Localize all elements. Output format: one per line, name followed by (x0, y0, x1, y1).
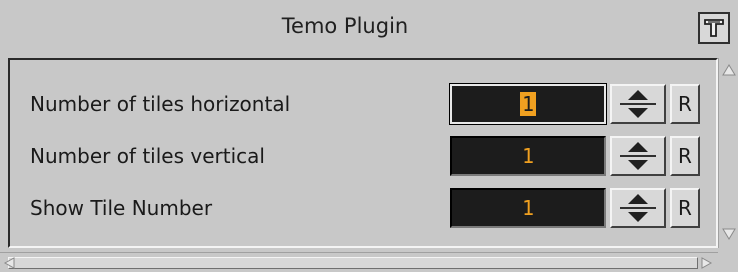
tiles-horizontal-field[interactable]: 1 (449, 83, 607, 125)
arrow-down-icon[interactable] (612, 104, 664, 122)
param-label: Show Tile Number (30, 196, 213, 220)
param-row-tiles-horizontal: Number of tiles horizontal 1 R (10, 78, 716, 130)
param-row-show-tile-number: Show Tile Number 1 R (10, 182, 716, 234)
show-tile-number-stepper[interactable] (610, 188, 666, 228)
tiles-horizontal-reset-button[interactable]: R (670, 84, 700, 124)
plugin-window: Temo Plugin Number of tiles horizontal 1 (0, 0, 738, 272)
tiles-vertical-reset-button[interactable]: R (670, 136, 700, 176)
plugin-menu-button[interactable] (698, 12, 730, 44)
arrow-down-icon[interactable] (612, 208, 664, 226)
value-text: 1 (519, 92, 537, 116)
window-title: Temo Plugin (281, 14, 409, 38)
title-bar: Temo Plugin (0, 0, 738, 52)
vertical-scrollbar[interactable] (718, 58, 738, 248)
arrow-down-icon[interactable] (612, 156, 664, 174)
show-tile-number-field[interactable]: 1 (450, 188, 606, 228)
tiles-horizontal-stepper[interactable] (610, 84, 666, 124)
scroll-right-icon[interactable] (700, 256, 714, 270)
scroll-down-icon[interactable] (721, 226, 737, 242)
arrow-up-icon[interactable] (612, 190, 664, 208)
horizontal-scroll-thumb[interactable] (8, 257, 698, 269)
scroll-left-icon[interactable] (2, 256, 16, 270)
scroll-up-icon[interactable] (721, 62, 737, 78)
param-label: Number of tiles vertical (30, 144, 265, 168)
plugin-menu-icon (704, 19, 724, 37)
arrow-up-icon[interactable] (612, 86, 664, 104)
tiles-vertical-stepper[interactable] (610, 136, 666, 176)
parameters-panel: Number of tiles horizontal 1 R Number of… (8, 58, 718, 248)
show-tile-number-reset-button[interactable]: R (670, 188, 700, 228)
horizontal-scrollbar[interactable] (0, 252, 718, 272)
param-label: Number of tiles horizontal (30, 92, 291, 116)
param-row-tiles-vertical: Number of tiles vertical 1 R (10, 130, 716, 182)
arrow-up-icon[interactable] (612, 138, 664, 156)
tiles-vertical-field[interactable]: 1 (450, 136, 606, 176)
